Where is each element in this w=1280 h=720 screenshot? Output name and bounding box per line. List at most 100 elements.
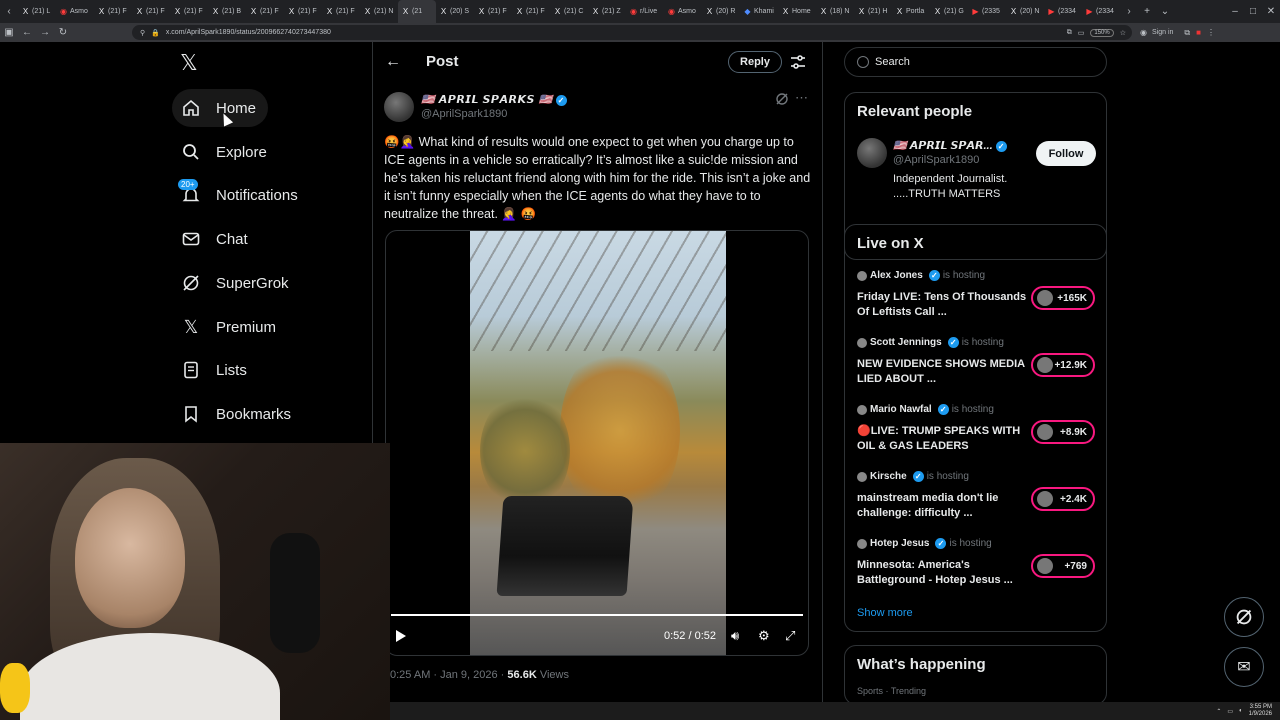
- browser-tab[interactable]: ◆ Khami: [740, 0, 778, 23]
- browser-tab[interactable]: ◉ Asmo: [56, 0, 94, 23]
- speaker-icon[interactable]: ◐: [1239, 708, 1243, 714]
- volume-icon[interactable]: 🔊︎: [731, 628, 739, 644]
- video-frame[interactable]: [470, 231, 726, 655]
- grok-icon[interactable]: [775, 92, 789, 106]
- browser-tab[interactable]: ◉ Asmo: [664, 0, 702, 23]
- listener-count: +12.9K: [1054, 359, 1087, 371]
- listener-count-pill[interactable]: +2.4K: [1031, 487, 1095, 511]
- extensions-icon[interactable]: ⧉: [1184, 28, 1190, 38]
- tab-scroll-left-icon[interactable]: ‹: [0, 0, 18, 23]
- play-icon[interactable]: [396, 630, 406, 642]
- nav-item-lists[interactable]: Lists: [172, 351, 259, 389]
- reload-icon[interactable]: ↻: [54, 27, 72, 38]
- browser-tab[interactable]: X Home: [778, 0, 816, 23]
- tray-chevron-icon[interactable]: ⌃: [1216, 708, 1221, 715]
- minimize-button[interactable]: –: [1226, 0, 1244, 23]
- browser-tab[interactable]: X (21) H: [854, 0, 892, 23]
- profile-icon[interactable]: ■: [1196, 28, 1201, 37]
- browser-tab[interactable]: X (21) Z: [588, 0, 626, 23]
- forward-nav-icon[interactable]: →: [36, 27, 54, 38]
- relevant-handle[interactable]: @AprilSpark1890: [893, 154, 979, 166]
- author-name[interactable]: 🇺🇸 𝘼𝙋𝙍𝙄𝙇 𝙎𝙋𝘼𝙍𝙆𝙎 🇺🇸 ✓: [421, 93, 567, 106]
- browser-tab[interactable]: ▶ (2334: [1044, 0, 1082, 23]
- settings-gear-icon[interactable]: ⚙: [758, 628, 770, 644]
- browser-tab[interactable]: X (21) F: [322, 0, 360, 23]
- browser-tab[interactable]: X (20) N: [1006, 0, 1044, 23]
- network-icon[interactable]: ▭: [1227, 708, 1233, 715]
- author-avatar[interactable]: [384, 92, 414, 122]
- follow-button[interactable]: Follow: [1036, 141, 1096, 166]
- browser-tab[interactable]: X (21) F: [284, 0, 322, 23]
- nav-item-chat[interactable]: Chat: [172, 220, 260, 258]
- live-item[interactable]: Alex Jones ✓ is hosting Friday LIVE: Tens O…: [857, 270, 1097, 330]
- browser-tab[interactable]: X (21) F: [474, 0, 512, 23]
- back-arrow-icon[interactable]: ←: [385, 52, 405, 72]
- relevant-avatar[interactable]: [857, 138, 887, 168]
- signin-button[interactable]: Sign in: [1147, 28, 1178, 37]
- browser-tab[interactable]: X (21) B: [208, 0, 246, 23]
- listener-count-pill[interactable]: +12.9K: [1031, 353, 1095, 377]
- nav-item-explore[interactable]: Explore: [172, 133, 279, 171]
- more-options-icon[interactable]: ⋯: [795, 90, 808, 106]
- listener-count-pill[interactable]: +165K: [1031, 286, 1095, 310]
- browser-tab[interactable]: X (21) F: [132, 0, 170, 23]
- nav-item-bookmarks[interactable]: Bookmarks: [172, 395, 303, 433]
- tab-scroll-right-icon[interactable]: ›: [1120, 0, 1138, 23]
- x-logo-icon[interactable]: 𝕏: [180, 52, 202, 74]
- post-header: ← Post Reply: [373, 42, 822, 82]
- sidebar-toggle-icon[interactable]: ▣: [0, 27, 18, 38]
- listener-count-pill[interactable]: +8.9K: [1031, 420, 1095, 444]
- address-bar[interactable]: ⚲ 🔒 x.com/AprilSpark1890/status/20096627…: [132, 25, 1132, 40]
- browser-tab[interactable]: X (21) C: [550, 0, 588, 23]
- fullscreen-icon[interactable]: ⤢: [785, 628, 795, 644]
- browser-tab[interactable]: X (21: [398, 0, 436, 23]
- messages-fab-icon[interactable]: ✉: [1224, 647, 1264, 687]
- browser-tab[interactable]: X (21) L: [18, 0, 56, 23]
- search-input[interactable]: Search: [844, 47, 1107, 77]
- screenshot-icon[interactable]: ▭: [1078, 29, 1085, 37]
- nav-item-premium[interactable]: 𝕏 Premium: [172, 308, 288, 346]
- zoom-indicator[interactable]: 150%: [1090, 28, 1114, 37]
- close-window-button[interactable]: ✕: [1262, 0, 1280, 23]
- listener-count-pill[interactable]: +769: [1031, 554, 1095, 578]
- live-item[interactable]: Hotep Jesus ✓ is hosting Minnesota: America…: [857, 538, 1097, 598]
- browser-tab[interactable]: X (21) G: [930, 0, 968, 23]
- sliders-icon[interactable]: [789, 53, 807, 71]
- browser-tab[interactable]: X Portla: [892, 0, 930, 23]
- nav-item-supergrok[interactable]: SuperGrok: [172, 264, 301, 302]
- nav-item-home[interactable]: Home: [172, 89, 269, 127]
- browser-tab[interactable]: X (21) F: [94, 0, 132, 23]
- browser-tab[interactable]: ▶ (2334: [1082, 0, 1120, 23]
- browser-tab[interactable]: ◉ r/Live: [626, 0, 664, 23]
- browser-menu-icon[interactable]: ⋮: [1207, 28, 1215, 37]
- taskbar-clock[interactable]: 3:55 PM 1/9/2026: [1249, 704, 1272, 718]
- site-info-icon[interactable]: ⚲: [140, 29, 145, 37]
- browser-tab[interactable]: X (21) F: [246, 0, 284, 23]
- live-item[interactable]: Scott Jennings ✓ is hosting NEW EVIDENCE SH…: [857, 337, 1097, 397]
- browser-tab[interactable]: X (21) N: [360, 0, 398, 23]
- post-timestamp[interactable]: 0:25 AM · Jan 9, 2026 ·: [390, 669, 507, 681]
- video-player[interactable]: 0:52 / 0:52 🔊︎ ⚙ ⤢: [385, 230, 809, 656]
- browser-tab[interactable]: ▶ (2335: [968, 0, 1006, 23]
- live-item[interactable]: Mario Nawfal ✓ is hosting 🔴LIVE: TRUMP SPEA…: [857, 404, 1097, 464]
- author-handle[interactable]: @AprilSpark1890: [421, 108, 507, 120]
- back-nav-icon[interactable]: ←: [18, 27, 36, 38]
- show-more-link[interactable]: Show more: [857, 607, 913, 619]
- account-icon[interactable]: ◉: [1140, 28, 1147, 37]
- relevant-name[interactable]: 🇺🇸 𝘼𝙋𝙍𝙄𝙇 𝙎𝙋𝘼𝙍... ✓: [893, 139, 1007, 152]
- install-icon[interactable]: ⧉: [1067, 29, 1072, 37]
- browser-tab[interactable]: X (20) S: [436, 0, 474, 23]
- nav-item-notifications[interactable]: 20+ Notifications: [172, 176, 310, 214]
- reply-button[interactable]: Reply: [728, 51, 782, 73]
- maximize-button[interactable]: □: [1244, 0, 1262, 23]
- tab-search-icon[interactable]: ⌄: [1156, 0, 1174, 23]
- live-item[interactable]: Kirsche ✓ is hosting mainstream media don't…: [857, 471, 1097, 531]
- bookmark-star-icon[interactable]: ☆: [1120, 29, 1126, 37]
- browser-tab[interactable]: X (18) N: [816, 0, 854, 23]
- new-tab-button[interactable]: +: [1138, 0, 1156, 23]
- browser-tab[interactable]: X (21) F: [512, 0, 550, 23]
- grok-fab-icon[interactable]: [1224, 597, 1264, 637]
- browser-tab[interactable]: X (20) R: [702, 0, 740, 23]
- browser-tab[interactable]: X (21) F: [170, 0, 208, 23]
- video-progress-bar[interactable]: [391, 614, 803, 616]
